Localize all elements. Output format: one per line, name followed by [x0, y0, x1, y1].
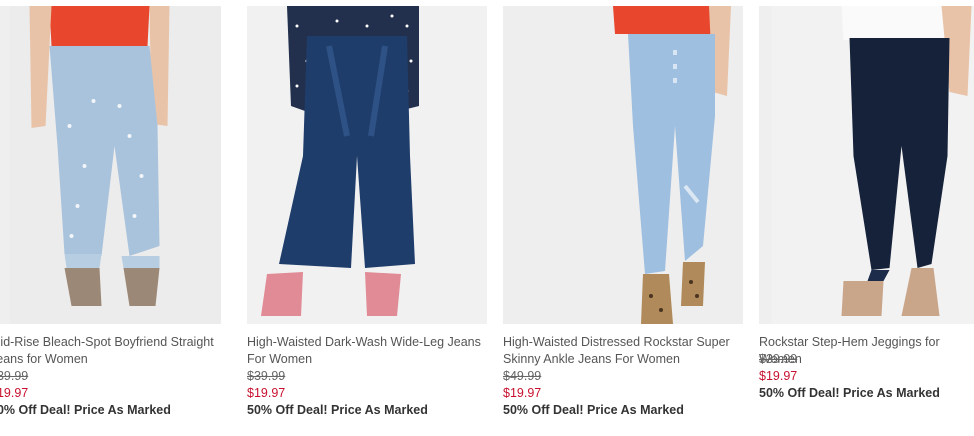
sale-price: $19.97	[503, 386, 542, 400]
jeans-image	[771, 6, 974, 324]
jeans-image	[503, 6, 743, 324]
original-price: $39.99	[0, 369, 29, 383]
product-card[interactable]: Rockstar Step-Hem Jeggings for Women $39…	[759, 0, 974, 436]
product-card[interactable]: High-Waisted Dark-Wash Wide-Leg Jeans Fo…	[247, 0, 487, 436]
product-image[interactable]	[503, 6, 743, 324]
sale-price: $19.97	[247, 386, 286, 400]
promo-text: 50% Off Deal! Price As Marked	[503, 403, 684, 417]
original-price: $39.99	[759, 352, 798, 366]
original-price: $49.99	[503, 369, 542, 383]
promo-text: 50% Off Deal! Price As Marked	[0, 403, 171, 417]
product-title[interactable]: Mid-Rise Bleach-Spot Boyfriend Straight …	[0, 334, 234, 368]
product-image[interactable]	[0, 6, 221, 324]
jeans-image	[247, 6, 487, 324]
product-card[interactable]: High-Waisted Distressed Rockstar Super S…	[503, 0, 743, 436]
sale-price: $19.97	[0, 386, 29, 400]
product-image[interactable]	[247, 6, 487, 324]
product-card[interactable]: Mid-Rise Bleach-Spot Boyfriend Straight …	[0, 0, 230, 436]
product-image[interactable]	[759, 6, 974, 324]
product-title[interactable]: High-Waisted Distressed Rockstar Super S…	[503, 334, 747, 368]
original-price: $39.99	[247, 369, 286, 383]
sale-price: $19.97	[759, 369, 798, 383]
promo-text: 50% Off Deal! Price As Marked	[759, 386, 940, 400]
product-title[interactable]: High-Waisted Dark-Wash Wide-Leg Jeans Fo…	[247, 334, 491, 368]
jeans-image	[9, 6, 221, 324]
promo-text: 50% Off Deal! Price As Marked	[247, 403, 428, 417]
